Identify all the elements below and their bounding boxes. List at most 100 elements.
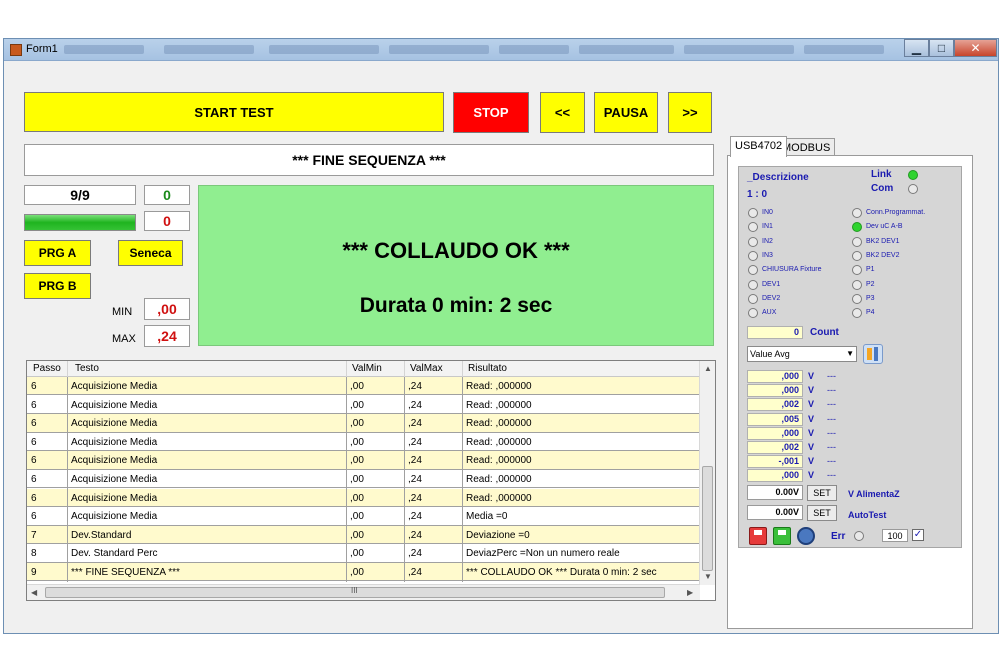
inputs_right-label: BK2 DEV2 [866,251,900,259]
cell-valmax: ,24 [408,381,422,392]
com-status-led [908,184,918,194]
close-button[interactable]: ✕ [954,39,997,57]
scroll-left-icon[interactable]: ◀ [31,588,37,597]
descrizione-label: _Descrizione [747,172,809,183]
save-red-icon[interactable] [749,527,767,545]
table-row[interactable]: 6 Acquisizione Media ,00 ,24 Read: ,000000 [27,414,700,433]
start-test-button[interactable]: START TEST [24,92,444,132]
step-counter: 9/9 [24,185,136,205]
value-mode-selected: Value Avg [750,349,790,359]
cell-step: 7 [31,529,37,541]
autotest-label: AutoTest [848,510,887,520]
prg-b-button[interactable]: PRG B [24,273,91,299]
column-header-passo[interactable]: Passo [33,363,61,374]
maximize-button[interactable]: □ [929,39,954,57]
channel-dashes: --- [827,442,836,452]
cell-step: 9 [31,567,37,578]
cell-text: Acquisizione Media [71,381,158,392]
table-row[interactable]: 8 Dev. Standard Perc ,00 ,24 DeviazPerc =Non… [27,544,700,563]
cell-text: Acquisizione Media [71,399,158,411]
table-row[interactable]: 6 Acquisizione Media ,00 ,24 Read: ,000000 [27,470,700,489]
cell-valmin: ,00 [350,511,364,523]
inputs_left-label: AUX [762,309,777,317]
value-mode-select[interactable]: Value Avg ▼ [747,346,857,362]
supply-set-button[interactable]: SET [807,485,837,501]
table-row[interactable]: 6 Acquisizione Media ,00 ,24 Read: ,000000 [27,433,700,452]
scroll-up-icon[interactable]: ▲ [704,364,712,373]
table-row[interactable]: 6 Acquisizione Media ,00 ,24 Read: ,000000 [27,377,700,396]
scroll-down-icon[interactable]: ▼ [704,572,712,581]
table-row[interactable]: 9 *** FINE SEQUENZA *** ,00 ,24 *** COLLAUDO… [27,563,700,582]
previous-step-button[interactable]: << [540,92,585,133]
vertical-scroll-thumb[interactable] [702,466,713,571]
channel-dashes: --- [827,399,836,410]
stop-button[interactable]: STOP [453,92,529,133]
inputs_right-led [852,308,862,319]
cell-valmin: ,00 [350,418,364,430]
table-row[interactable]: 6 Acquisizione Media ,00 ,24 Read: ,000000 [27,451,700,470]
channel-dashes: --- [827,427,836,438]
title-bar[interactable]: Form1 ▁ □ ✕ [4,39,998,61]
tab-usb4702[interactable]: USB4702 [730,136,788,157]
column-header-valmax[interactable]: ValMax [410,363,443,374]
inputs_left-label: IN0 [762,209,773,216]
prg-a-button[interactable]: PRG A [24,240,91,266]
background-window-tab [164,45,254,54]
inputs_left-led [748,250,758,261]
inputs_left-led [748,279,758,290]
cell-step: 6 [31,474,37,485]
inputs_right-label: BK2 DEV1 [866,237,900,245]
error-count: 0 [144,211,190,231]
channel-unit: V [808,442,815,452]
column-header-valmin[interactable]: ValMin [352,363,382,374]
horizontal-scroll-thumb[interactable]: III [45,586,665,598]
scroll-right-icon[interactable]: ▶ [687,588,693,597]
table-row[interactable]: 6 Acquisizione Media ,00 ,24 Media =0 [27,507,700,526]
cell-result: Read: ,000000 [466,399,532,411]
table-row[interactable]: 6 Acquisizione Media ,00 ,24 Read: ,000000 [27,488,700,507]
refresh-icon[interactable] [797,527,815,545]
table-row[interactable]: 6 Acquisizione Media ,00 ,24 Read: ,000000 [27,396,700,414]
min-label: MIN [112,306,133,318]
max-label: MAX [112,333,136,345]
grid-vertical-scrollbar[interactable]: ▲ ▼ [699,361,715,585]
inputs_left-label: CHIUSURA Fixture [762,266,822,274]
column-header-risultato[interactable]: Risultato [468,363,507,374]
tools-icon[interactable] [863,344,883,364]
seneca-button[interactable]: Seneca [118,240,183,266]
grid-horizontal-scrollbar[interactable]: ◀ III ▶ [27,584,700,600]
supply-label: V AlimentaZ [848,489,900,499]
save-green-icon[interactable] [773,527,791,545]
cell-result: Read: ,000000 [466,474,532,485]
column-header-testo[interactable]: Testo [75,363,99,374]
cell-result: Read: ,000000 [466,455,532,467]
cell-valmax: ,24 [408,567,422,578]
com-label: Com [871,183,894,194]
grid-header: Passo Testo ValMin ValMax Risultato [27,361,700,377]
cell-valmax: ,24 [408,455,422,467]
inputs_left-led [748,265,758,276]
scroll-grip: III [351,586,358,595]
chevron-down-icon: ▼ [846,349,854,358]
cell-text: Acquisizione Media [71,474,158,485]
minimize-button[interactable]: ▁ [904,39,929,57]
inputs_right-label: Conn.Programmat. [866,209,926,216]
cell-result: Read: ,000000 [466,436,532,448]
channel-dashes: --- [827,470,836,481]
table-row[interactable]: 7 Dev.Standard ,00 ,24 Deviazione =0 [27,525,700,545]
inputs_left-label: IN1 [762,223,773,231]
cell-valmax: ,24 [408,492,422,504]
test-results-grid[interactable]: Passo Testo ValMin ValMax Risultato 6 Acq… [26,360,716,601]
channel-value: -,001 [747,455,803,469]
err-value[interactable]: 100 [882,529,908,542]
err-checkbox[interactable]: ✓ [912,529,924,541]
cell-result: Read: ,000000 [466,492,532,504]
autotest-set-button[interactable]: SET [807,505,837,521]
channel-dashes: --- [827,385,836,396]
pause-button[interactable]: PAUSA [594,92,658,133]
channel-unit: V [808,385,815,396]
next-step-button[interactable]: >> [668,92,712,133]
progress-fill [25,215,135,230]
err-status-led [854,531,864,541]
channel-unit: V [808,456,815,467]
